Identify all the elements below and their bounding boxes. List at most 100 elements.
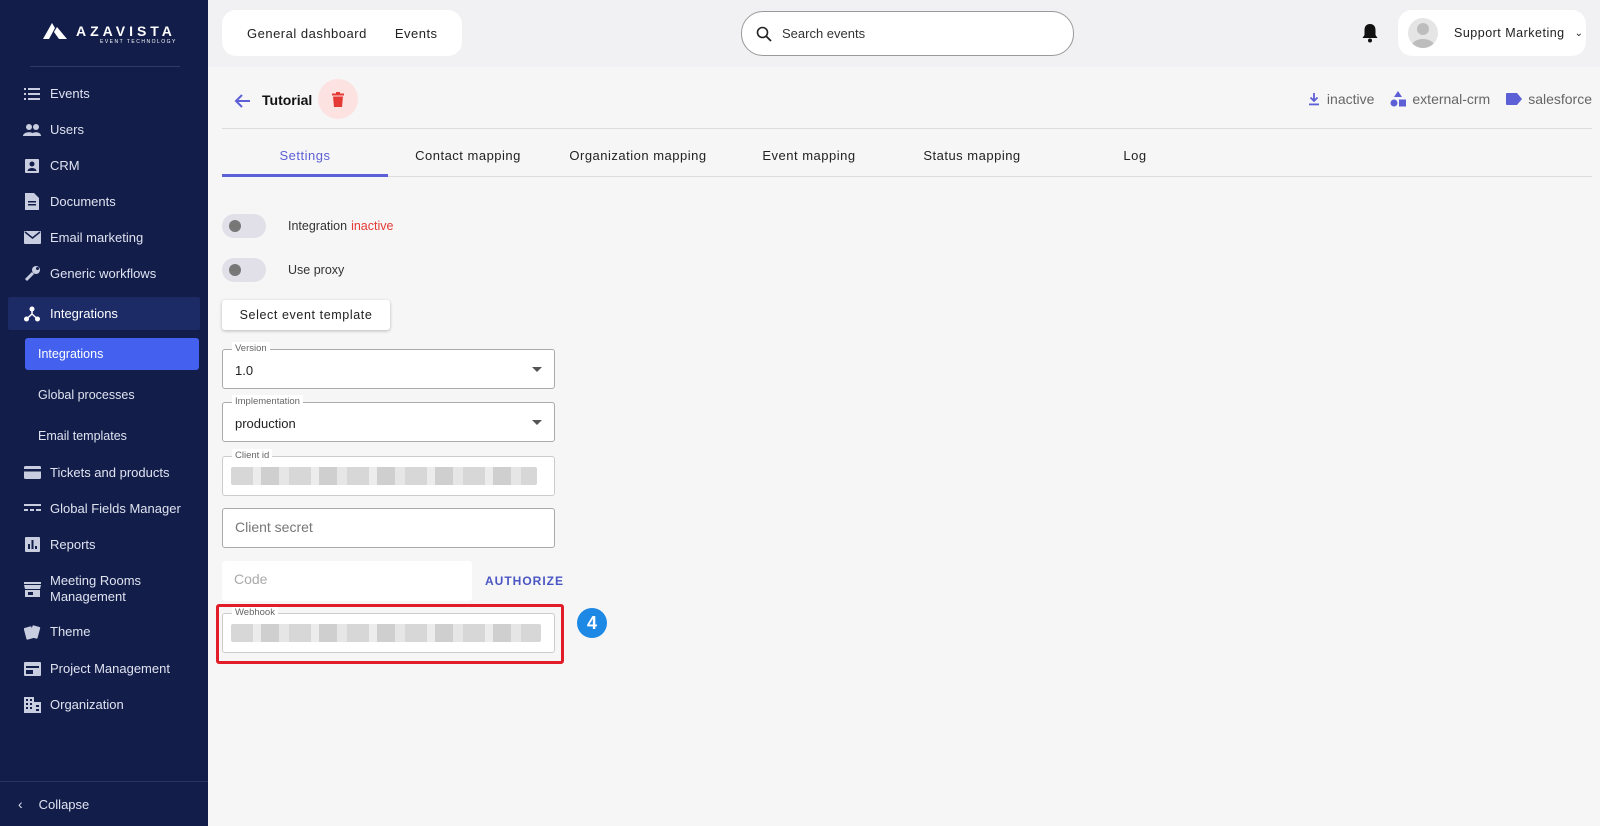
sidebar-subitem-integrations[interactable]: Integrations [25,338,199,370]
list-icon [22,84,42,104]
meta-provider-label: salesforce [1528,91,1592,107]
sidebar-item-label: Project Management [50,661,170,676]
sidebar-item-meeting-rooms[interactable]: Meeting Rooms Management [8,569,200,609]
sidebar-item-documents[interactable]: Documents [8,185,200,218]
tab-log[interactable]: Log [1052,137,1218,177]
collapse-label: Collapse [38,796,90,812]
redacted-value [231,467,537,485]
sidebar-subitem-email-templates[interactable]: Email templates [25,420,199,452]
integration-toggle-row: Integration inactive [222,214,393,238]
integration-toggle[interactable] [222,214,266,238]
search-input[interactable] [782,26,1042,41]
tag-icon [1506,93,1523,105]
top-nav-general-dashboard[interactable]: General dashboard [247,26,367,41]
code-input[interactable] [234,571,454,587]
proxy-toggle-row: Use proxy [222,258,344,282]
collapse-button[interactable]: ‹ Collapse [0,781,208,826]
user-name: Support Marketing [1454,26,1565,40]
bell-icon[interactable] [1361,23,1379,43]
sidebar-item-label: Global Fields Manager [50,501,181,516]
tab-event-mapping[interactable]: Event mapping [726,137,892,177]
version-select[interactable]: Version 1.0 [222,342,555,389]
search-box [741,11,1074,56]
download-icon [1308,93,1319,106]
top-nav-events[interactable]: Events [395,26,438,41]
sidebar-item-label: Users [50,122,84,137]
sidebar-item-label: Theme [50,624,91,639]
meta-type: external-crm [1390,91,1490,107]
sidebar-item-email-marketing[interactable]: Email marketing [8,221,200,254]
dropdown-caret-icon [532,420,542,425]
client-secret-field [222,508,555,548]
top-bar: General dashboard Events Support Marketi… [208,0,1600,67]
tab-settings[interactable]: Settings [222,137,388,177]
building-icon [22,695,42,715]
sidebar-item-project-management[interactable]: Project Management [8,652,200,685]
integration-tabs: Settings Contact mapping Organization ma… [222,137,1592,177]
sidebar-item-label: Integrations [50,306,118,321]
brand-name: AZAVISTA [76,23,176,39]
annotation-highlight-box [216,604,564,664]
select-event-template-button[interactable]: Select event template [222,300,390,330]
client-id-field[interactable]: Client id [222,449,555,496]
chevron-down-icon: ⌄ [1574,27,1584,39]
palette-icon [22,622,42,642]
tab-organization-mapping[interactable]: Organization mapping [555,137,721,177]
proxy-toggle[interactable] [222,258,266,282]
code-field [222,561,472,601]
sidebar-item-integrations[interactable]: Integrations [8,297,200,330]
sidebar-item-organization[interactable]: Organization [8,688,200,721]
version-label: Version [232,342,270,356]
proxy-label: Use proxy [288,263,345,277]
integration-label: Integration [288,219,348,233]
implementation-label: Implementation [232,395,303,409]
chevron-left-icon: ‹ [18,796,23,812]
sidebar-subitem-global-processes[interactable]: Global processes [25,379,199,411]
hub-icon [22,304,42,324]
authorize-button[interactable]: AUTHORIZE [485,574,564,588]
card-icon [22,463,42,483]
meta-type-label: external-crm [1412,91,1491,107]
sidebar-item-label: Reports [50,537,96,552]
mail-icon [22,228,42,248]
implementation-value: production [235,416,296,431]
sidebar-item-label: Meeting Rooms Management [50,573,142,604]
sidebar-subitem-label: Global processes [38,388,135,402]
sidebar-item-crm[interactable]: CRM [8,149,200,182]
document-icon [22,192,42,212]
fields-icon [22,499,42,519]
client-secret-input[interactable] [235,519,535,535]
delete-button[interactable] [318,79,358,119]
implementation-select[interactable]: Implementation production [222,395,555,442]
tab-contact-mapping[interactable]: Contact mapping [385,137,551,177]
store-icon [22,579,42,599]
shapes-icon [1390,91,1407,107]
sidebar-item-events[interactable]: Events [8,77,200,110]
user-menu[interactable]: Support Marketing ⌄ [1398,10,1586,56]
page-title: Tutorial [262,92,313,108]
integration-meta: inactive external-crm salesforce [1307,91,1592,107]
trash-icon [332,91,344,107]
meta-status-label: inactive [1326,91,1375,107]
logo-divider [30,66,180,67]
sidebar-item-theme[interactable]: Theme [8,615,200,648]
client-id-label: Client id [232,449,273,463]
chart-icon [22,535,42,555]
tab-status-mapping[interactable]: Status mapping [889,137,1055,177]
page-header: Tutorial inactive external-crm salesforc… [222,79,1592,129]
brand-logo[interactable]: AZAVISTA EVENT TECHNOLOGY [42,22,176,45]
brand-tagline: EVENT TECHNOLOGY [100,39,177,45]
sidebar-item-users[interactable]: Users [8,113,200,146]
sidebar-subitem-label: Integrations [38,347,104,361]
sidebar-item-global-fields-manager[interactable]: Global Fields Manager [8,492,200,525]
top-nav: General dashboard Events [222,10,462,56]
integration-status: inactive [351,219,394,233]
sidebar-item-label: Generic workflows [50,266,157,281]
sidebar-item-generic-workflows[interactable]: Generic workflows [8,257,200,290]
sidebar-item-reports[interactable]: Reports [8,528,200,561]
sidebar-item-tickets-and-products[interactable]: Tickets and products [8,456,200,489]
search-icon [756,26,772,42]
sidebar-item-label: Organization [50,697,124,712]
step-number-badge: 4 [577,608,607,638]
back-arrow-icon[interactable] [233,91,253,111]
